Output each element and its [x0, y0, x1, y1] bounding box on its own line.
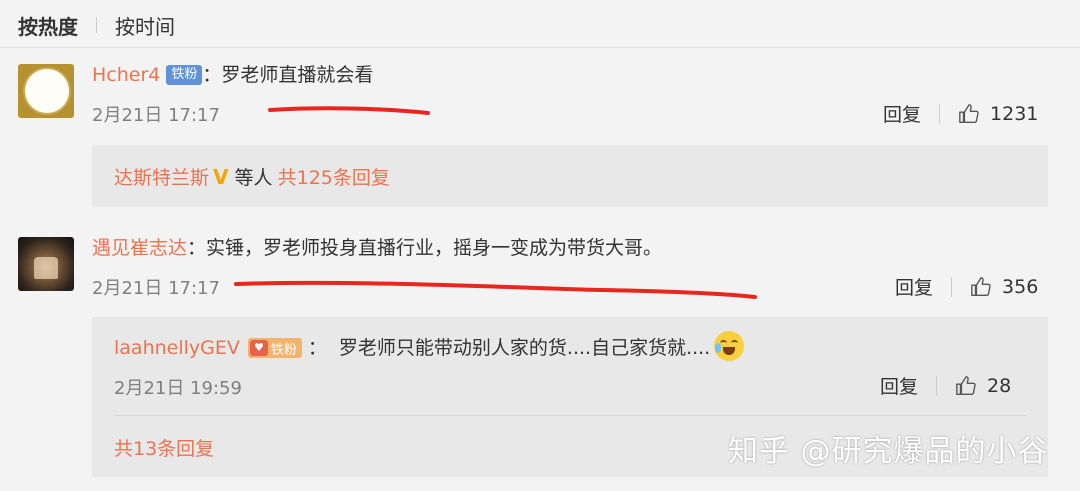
- watermark: 知乎 @研究爆品的小谷: [728, 434, 1049, 469]
- annotation-layer: [234, 106, 757, 299]
- red-underline-annotation: [234, 280, 757, 299]
- red-underline-annotation: [268, 106, 430, 115]
